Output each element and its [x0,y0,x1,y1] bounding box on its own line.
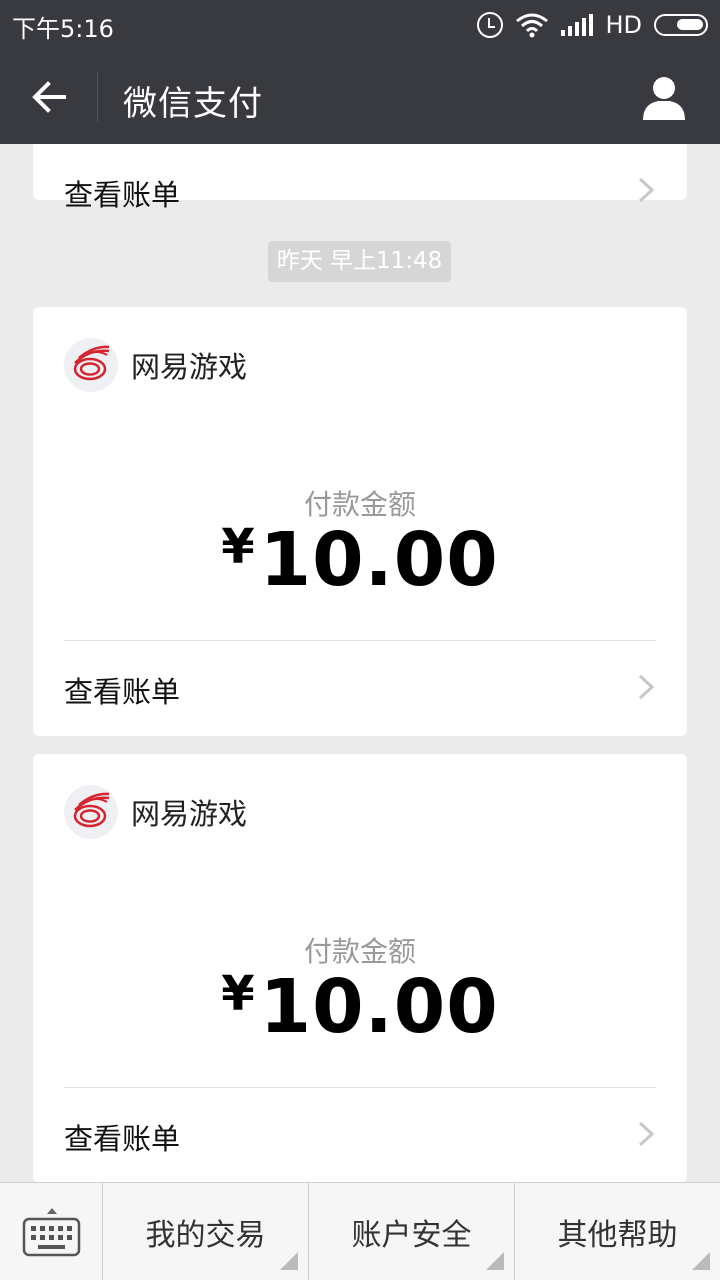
merchant-name: 网易游戏 [131,350,248,384]
amount-value: 10.00 [259,517,499,603]
merchant-logo [64,785,118,839]
keyboard-toggle-button[interactable] [0,1183,103,1280]
app-header: 微信支付 [0,50,720,144]
netease-logo-icon [73,792,110,828]
tab-label: 其他帮助 [557,1217,678,1253]
submenu-indicator-icon [280,1252,298,1270]
merchant-row: 网易游戏 [64,784,247,840]
status-bar: 下午5:16 HD [0,0,720,50]
header-divider [97,72,98,122]
wifi-icon [516,13,549,38]
submenu-indicator-icon [692,1252,710,1270]
view-bill-link[interactable]: 查看账单 [33,144,687,234]
back-button[interactable] [24,72,74,122]
view-bill-link[interactable]: 查看账单 [33,641,687,731]
status-time: 下午5:16 [12,15,114,43]
payment-card: 网易游戏 付款金额 ¥10.00 查看账单 [33,754,687,1182]
network-type: HD [605,11,642,39]
view-bill-link[interactable]: 查看账单 [33,1088,687,1178]
chevron-right-icon [638,1121,655,1147]
merchant-name: 网易游戏 [131,797,248,831]
tab-label: 账户安全 [351,1217,472,1253]
view-bill-label: 查看账单 [64,675,181,709]
keyboard-icon [22,1208,81,1257]
submenu-indicator-icon [486,1252,504,1270]
amount-value: 10.00 [259,964,499,1050]
battery-icon [654,14,708,36]
chevron-right-icon [638,177,655,203]
currency-symbol: ¥ [221,519,256,575]
payment-card: 网易游戏 付款金额 ¥10.00 查看账单 [33,307,687,736]
tab-label: 我的交易 [145,1217,266,1253]
merchant-row: 网易游戏 [64,337,247,393]
chevron-right-icon [638,674,655,700]
currency-symbol: ¥ [221,966,256,1022]
payment-amount: ¥10.00 [33,964,687,1050]
bottom-menu-bar: 我的交易 账户安全 其他帮助 [0,1182,720,1280]
merchant-logo [64,338,118,392]
netease-logo-icon [73,345,110,381]
arrow-left-icon [32,81,66,113]
tab-my-transactions[interactable]: 我的交易 [103,1183,309,1280]
payment-amount: ¥10.00 [33,517,687,603]
person-icon [643,77,685,120]
signal-icon [561,14,594,36]
message-list[interactable]: 查看账单 昨天 早上11:48 网易游戏 付款金额 ¥10.00 查看账单 网易… [0,144,720,1182]
page-title: 微信支付 [123,84,263,124]
payment-card-partial: 查看账单 [33,144,687,212]
tab-other-help[interactable]: 其他帮助 [515,1183,720,1280]
timestamp-badge: 昨天 早上11:48 [268,241,451,282]
profile-button[interactable] [640,72,688,122]
view-bill-label: 查看账单 [64,1122,181,1156]
view-bill-label: 查看账单 [64,178,181,212]
tab-account-security[interactable]: 账户安全 [309,1183,515,1280]
status-icons: HD [477,8,708,42]
alarm-icon [477,12,504,38]
